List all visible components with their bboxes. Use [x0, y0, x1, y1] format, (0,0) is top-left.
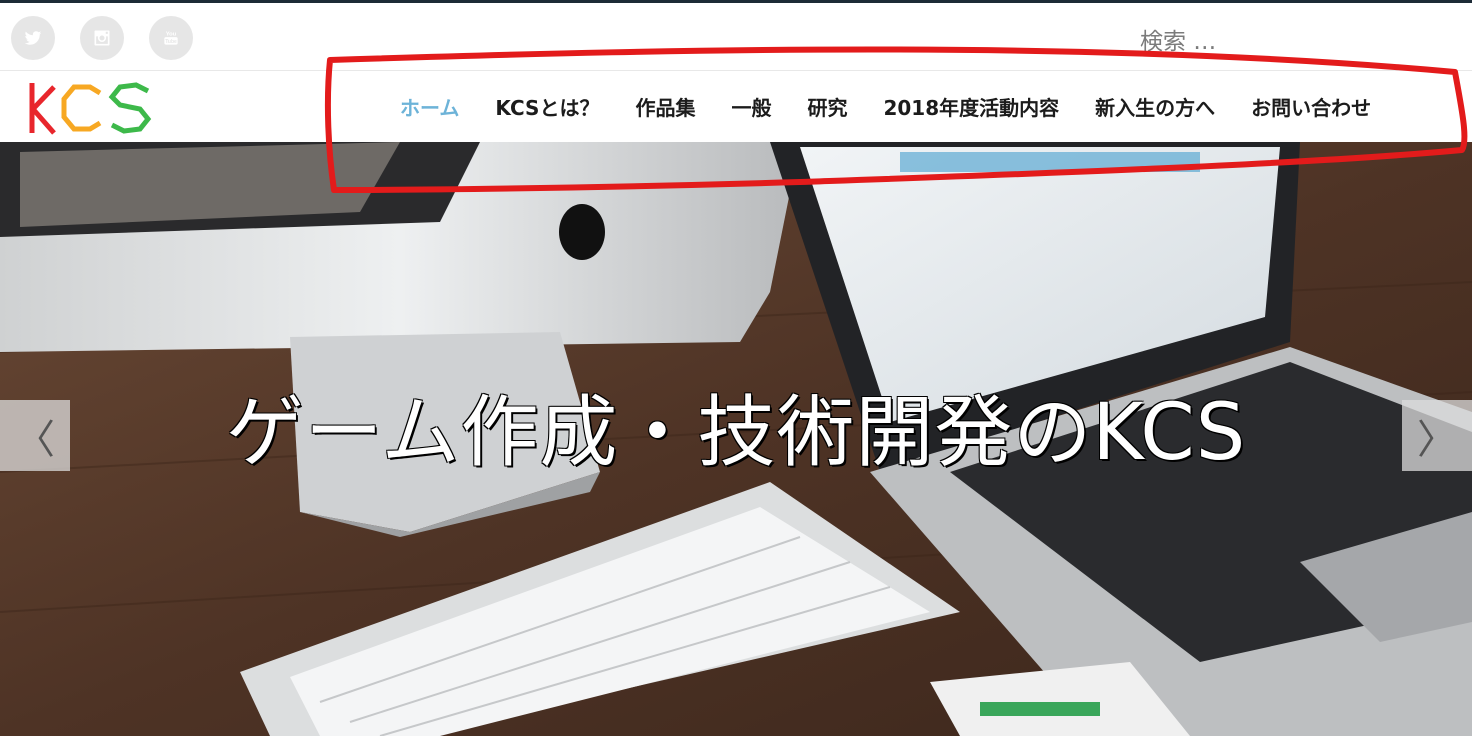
instagram-icon [94, 30, 110, 46]
twitter-icon [24, 31, 42, 45]
chevron-left-icon: 〈 [15, 416, 55, 463]
nav-item-about[interactable]: KCSとは？ [477, 92, 617, 121]
nav-item-new-students[interactable]: 新入生の方へ [1077, 92, 1233, 121]
instagram-button[interactable] [80, 16, 124, 60]
twitter-button[interactable] [11, 16, 55, 60]
nav-item-research[interactable]: 研究 [789, 92, 865, 121]
slider-next-button[interactable]: 〉 [1402, 400, 1472, 471]
nav-item-contact[interactable]: お問い合わせ [1233, 92, 1389, 121]
nav-item-works[interactable]: 作品集 [617, 92, 713, 121]
top-border [0, 0, 1472, 3]
nav-item-activities-2018[interactable]: 2018年度活動内容 [865, 92, 1077, 121]
main-nav: ホーム KCSとは？ 作品集 一般 研究 2018年度活動内容 新入生の方へ お… [382, 71, 1389, 142]
svg-text:Tube: Tube [165, 39, 177, 45]
hero-slider: ゲーム作成・技術開発のKCS [0, 142, 1472, 736]
slider-prev-button[interactable]: 〈 [0, 400, 70, 471]
nav-item-home[interactable]: ホーム [382, 92, 477, 121]
chevron-right-icon: 〉 [1417, 416, 1457, 463]
youtube-icon: You Tube [164, 32, 178, 45]
nav-item-general[interactable]: 一般 [713, 92, 789, 121]
hero-caption: ゲーム作成・技術開発のKCS [225, 388, 1247, 478]
svg-text:You: You [166, 32, 177, 38]
main-navbar: ホーム KCSとは？ 作品集 一般 研究 2018年度活動内容 新入生の方へ お… [0, 71, 1472, 142]
kcs-logo[interactable] [28, 79, 153, 137]
youtube-button[interactable]: You Tube [149, 16, 193, 60]
social-links: You Tube [11, 16, 193, 60]
search-input[interactable] [1140, 24, 1440, 60]
